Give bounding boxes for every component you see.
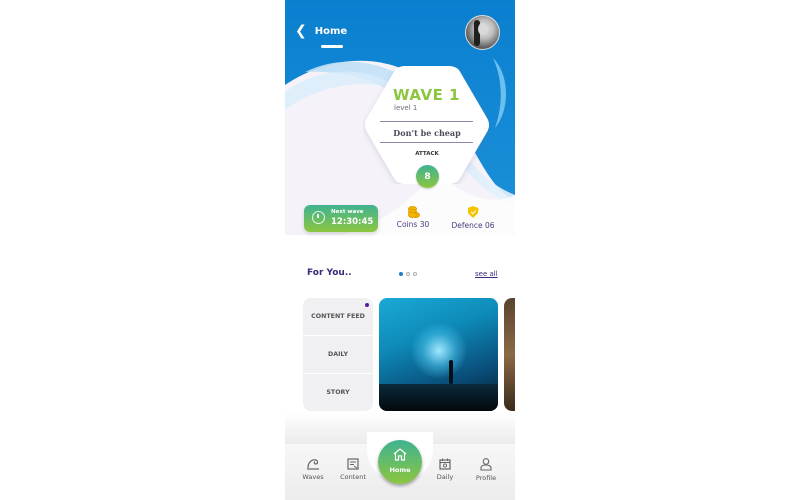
coins-stat: Coins 30 bbox=[393, 206, 433, 229]
nav-label: Home bbox=[389, 466, 411, 474]
waves-icon bbox=[307, 459, 319, 470]
defence-label: Defence 06 bbox=[451, 221, 495, 230]
category-daily[interactable]: DAILY bbox=[303, 336, 373, 374]
wave-type: ATTACK bbox=[415, 151, 439, 157]
content-card-next[interactable] bbox=[504, 298, 515, 411]
category-label: STORY bbox=[326, 389, 350, 396]
user-avatar[interactable] bbox=[465, 15, 500, 50]
nav-home[interactable]: Home bbox=[378, 440, 422, 484]
back-label: Home bbox=[314, 25, 348, 37]
category-label: DAILY bbox=[327, 351, 349, 358]
divider bbox=[380, 142, 473, 143]
profile-icon bbox=[480, 458, 492, 471]
wave-task: Don’t be cheap bbox=[393, 128, 461, 138]
app-screen: ❮ Home WAVE 1 level 1 Don’t be cheap ATT bbox=[285, 0, 515, 500]
next-wave-timer[interactable]: Next wave 12:30:45 bbox=[304, 205, 378, 232]
back-button[interactable]: ❮ Home bbox=[295, 24, 347, 38]
calendar-icon bbox=[439, 458, 451, 470]
nav-content[interactable]: Content bbox=[335, 458, 371, 481]
page-dot-2[interactable] bbox=[406, 272, 410, 276]
content-icon bbox=[347, 458, 359, 470]
category-list: CONTENT FEED DAILY STORY bbox=[303, 298, 373, 411]
divider bbox=[380, 121, 473, 122]
shield-icon bbox=[467, 206, 479, 218]
coins-icon bbox=[408, 206, 420, 218]
home-icon bbox=[393, 448, 407, 461]
category-story[interactable]: STORY bbox=[303, 374, 373, 411]
page-dot-3[interactable] bbox=[413, 272, 417, 276]
nav-waves[interactable]: Waves bbox=[295, 458, 331, 481]
carousel-pagination bbox=[399, 272, 417, 276]
wave-card[interactable]: WAVE 1 level 1 Don’t be cheap ATTACK 8 bbox=[363, 66, 491, 188]
new-indicator-dot bbox=[365, 303, 369, 307]
page-dot-1[interactable] bbox=[399, 272, 403, 276]
wave-title: WAVE 1 bbox=[393, 86, 460, 104]
nav-label: Waves bbox=[302, 473, 324, 481]
chevron-left-icon: ❮ bbox=[295, 23, 307, 39]
stopwatch-icon bbox=[312, 211, 325, 224]
defence-stat: Defence 06 bbox=[445, 206, 501, 230]
category-label: CONTENT FEED bbox=[311, 313, 365, 320]
person-silhouette bbox=[449, 360, 453, 384]
wave-level: level 1 bbox=[394, 104, 418, 112]
nav-label: Content bbox=[340, 473, 366, 481]
nav-profile[interactable]: Profile bbox=[468, 458, 504, 482]
nav-label: Daily bbox=[436, 473, 454, 481]
active-tab-indicator bbox=[321, 45, 343, 48]
section-title: For You.. bbox=[307, 268, 352, 278]
nav-label: Profile bbox=[475, 474, 497, 482]
nav-daily[interactable]: Daily bbox=[427, 458, 463, 481]
coins-label: Coins 30 bbox=[396, 220, 430, 229]
see-all-link[interactable]: see all bbox=[475, 270, 498, 278]
category-content-feed[interactable]: CONTENT FEED bbox=[303, 298, 373, 336]
next-wave-time: 12:30:45 bbox=[331, 217, 374, 227]
attack-count-badge: 8 bbox=[416, 165, 439, 188]
next-wave-label: Next wave bbox=[331, 209, 364, 215]
hero-section: ❮ Home WAVE 1 level 1 Don’t be cheap ATT bbox=[285, 0, 515, 245]
content-card-ice-cave[interactable] bbox=[379, 298, 498, 411]
